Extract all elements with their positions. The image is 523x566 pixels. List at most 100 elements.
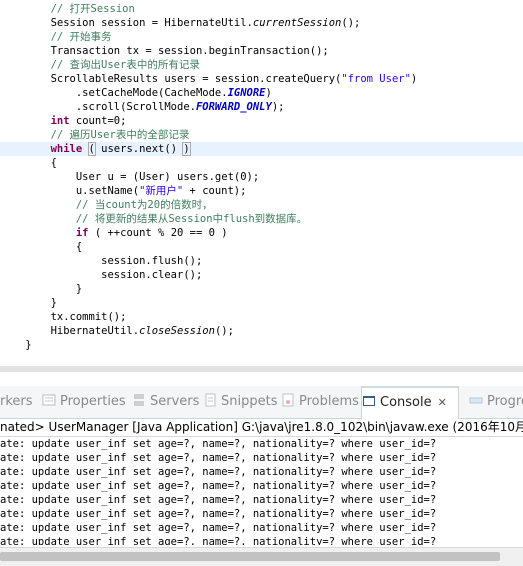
- scrollbar-thumb[interactable]: [0, 552, 500, 561]
- panel-divider[interactable]: [0, 366, 523, 372]
- code-line: ScrollableResults users = session.create…: [0, 72, 523, 86]
- code-token: while: [50, 143, 83, 155]
- code-token: currentSession: [252, 17, 342, 29]
- code-token: u.setName(: [0, 185, 140, 197]
- tab-problems[interactable]: Problems: [281, 386, 359, 418]
- code-token: IGNORE: [227, 87, 266, 99]
- code-token: ( ++count % 20 == 0 ): [88, 227, 228, 239]
- code-line: if ( ++count % 20 == 0 ): [0, 226, 523, 240]
- console-line: ate: update user_inf set age=?, name=?, …: [0, 452, 437, 464]
- code-token: ): [265, 87, 272, 99]
- console-line: ate: update user_inf set age=?, name=?, …: [0, 522, 437, 534]
- console-line: ate: update user_inf set age=?, name=?, …: [0, 494, 437, 506]
- code-line: Transaction tx = session.beginTransactio…: [0, 44, 523, 58]
- code-editor[interactable]: // 打开Session Session session = Hibernate…: [0, 0, 523, 360]
- code-token: );: [271, 101, 285, 113]
- tab-label: Properties: [60, 394, 126, 409]
- code-line: Session session = HibernateUtil.currentS…: [0, 16, 523, 30]
- code-token: {: [0, 241, 83, 253]
- code-token: ();: [341, 17, 361, 29]
- code-line: // 开始事务: [0, 30, 523, 44]
- code-token: Session session = HibernateUtil.: [0, 17, 253, 29]
- code-token: "新用户": [139, 185, 184, 197]
- horizontal-scrollbar[interactable]: [0, 547, 523, 566]
- code-line: }: [0, 338, 523, 352]
- console-line: ate: update user_inf set age=?, name=?, …: [0, 480, 437, 492]
- tab-progres[interactable]: Progres: [469, 386, 523, 418]
- snippets-icon: [203, 388, 217, 407]
- code-token: count=0;: [69, 115, 127, 127]
- code-token: if: [75, 227, 89, 239]
- tab-label: Servers: [150, 394, 200, 409]
- code-token: ): [410, 73, 418, 85]
- console-output[interactable]: ate: update user_inf set age=?, name=?, …: [0, 437, 523, 545]
- console-icon: [362, 390, 376, 406]
- close-icon[interactable]: ✕: [438, 396, 447, 409]
- code-token: }: [0, 339, 32, 351]
- code-token: session.flush();: [0, 255, 203, 267]
- code-line: }: [0, 282, 523, 296]
- progress-icon: [469, 388, 483, 404]
- tab-label: Progres: [487, 394, 523, 409]
- code-line: HibernateUtil.closeSession();: [0, 324, 523, 338]
- console-process-label: nated> UserManager [Java Application] G:…: [0, 418, 523, 437]
- code-token: // 查询出User表中的所有记录: [50, 59, 200, 71]
- code-token: // 开始事务: [50, 31, 112, 43]
- view-tab-bar: rkers Properties Servers Snippets Problems Co…: [0, 386, 523, 419]
- code-token: // 将更新的结果从Session中flush到数据库。: [75, 213, 308, 225]
- code-token: // 遍历User表中的全部记录: [50, 129, 190, 141]
- code-line: }: [0, 296, 523, 310]
- code-line: // 查询出User表中的所有记录: [0, 58, 523, 72]
- code-line: .scroll(ScrollMode.FORWARD_ONLY);: [0, 100, 523, 114]
- tab-console[interactable]: Console ✕: [361, 386, 459, 419]
- code-token: FORWARD_ONLY: [195, 101, 272, 113]
- code-line: // 当count为20的倍数时，: [0, 198, 523, 212]
- code-line: {: [0, 156, 523, 170]
- code-token: {: [0, 157, 57, 169]
- code-token: + count);: [183, 185, 247, 197]
- code-token: HibernateUtil.: [0, 325, 140, 337]
- code-line: while ( users.next() ): [0, 142, 523, 156]
- code-line: // 遍历User表中的全部记录: [0, 128, 523, 142]
- code-line: tx.commit();: [0, 310, 523, 324]
- tab-snippets[interactable]: Snippets: [203, 386, 277, 418]
- code-line: // 将更新的结果从Session中flush到数据库。: [0, 212, 523, 226]
- code-token: // 当count为20的倍数时，: [75, 199, 213, 211]
- console-line: ate: update user_inf set age=?, name=?, …: [0, 508, 437, 520]
- tab-label: Problems: [299, 394, 359, 409]
- code-line: .setCacheMode(CacheMode.IGNORE): [0, 86, 523, 100]
- tab-label: Snippets: [221, 394, 278, 409]
- tab-rkers[interactable]: rkers: [0, 386, 38, 418]
- code-token: ScrollableResults users = session.create…: [0, 73, 342, 85]
- tab-servers[interactable]: Servers: [132, 386, 199, 418]
- console-line: ate: update user_inf set age=?, name=?, …: [0, 438, 437, 450]
- console-line: ate: update user_inf set age=?, name=?, …: [0, 466, 437, 478]
- code-line: // 打开Session: [0, 2, 523, 16]
- code-line: u.setName("新用户" + count);: [0, 184, 523, 198]
- code-token: // 打开Session: [50, 3, 135, 15]
- code-token: Transaction tx = session.beginTransactio…: [0, 45, 329, 57]
- tab-properties[interactable]: Properties: [42, 386, 128, 418]
- code-line: int count=0;: [0, 114, 523, 128]
- problems-icon: [281, 388, 295, 407]
- code-line: User u = (User) users.get(0);: [0, 170, 523, 184]
- servers-icon: [132, 388, 146, 406]
- properties-icon: [42, 388, 56, 406]
- code-token: }: [0, 283, 83, 295]
- code-line: session.flush();: [0, 254, 523, 268]
- code-line: session.clear();: [0, 268, 523, 282]
- code-token: .setCacheMode(CacheMode.: [0, 87, 228, 99]
- code-token: "from User": [341, 73, 411, 85]
- code-token: }: [0, 297, 57, 309]
- code-token: int: [50, 115, 70, 127]
- code-token: session.clear();: [0, 269, 203, 281]
- tab-label: Console: [380, 395, 432, 410]
- code-token: tx.commit();: [0, 311, 127, 323]
